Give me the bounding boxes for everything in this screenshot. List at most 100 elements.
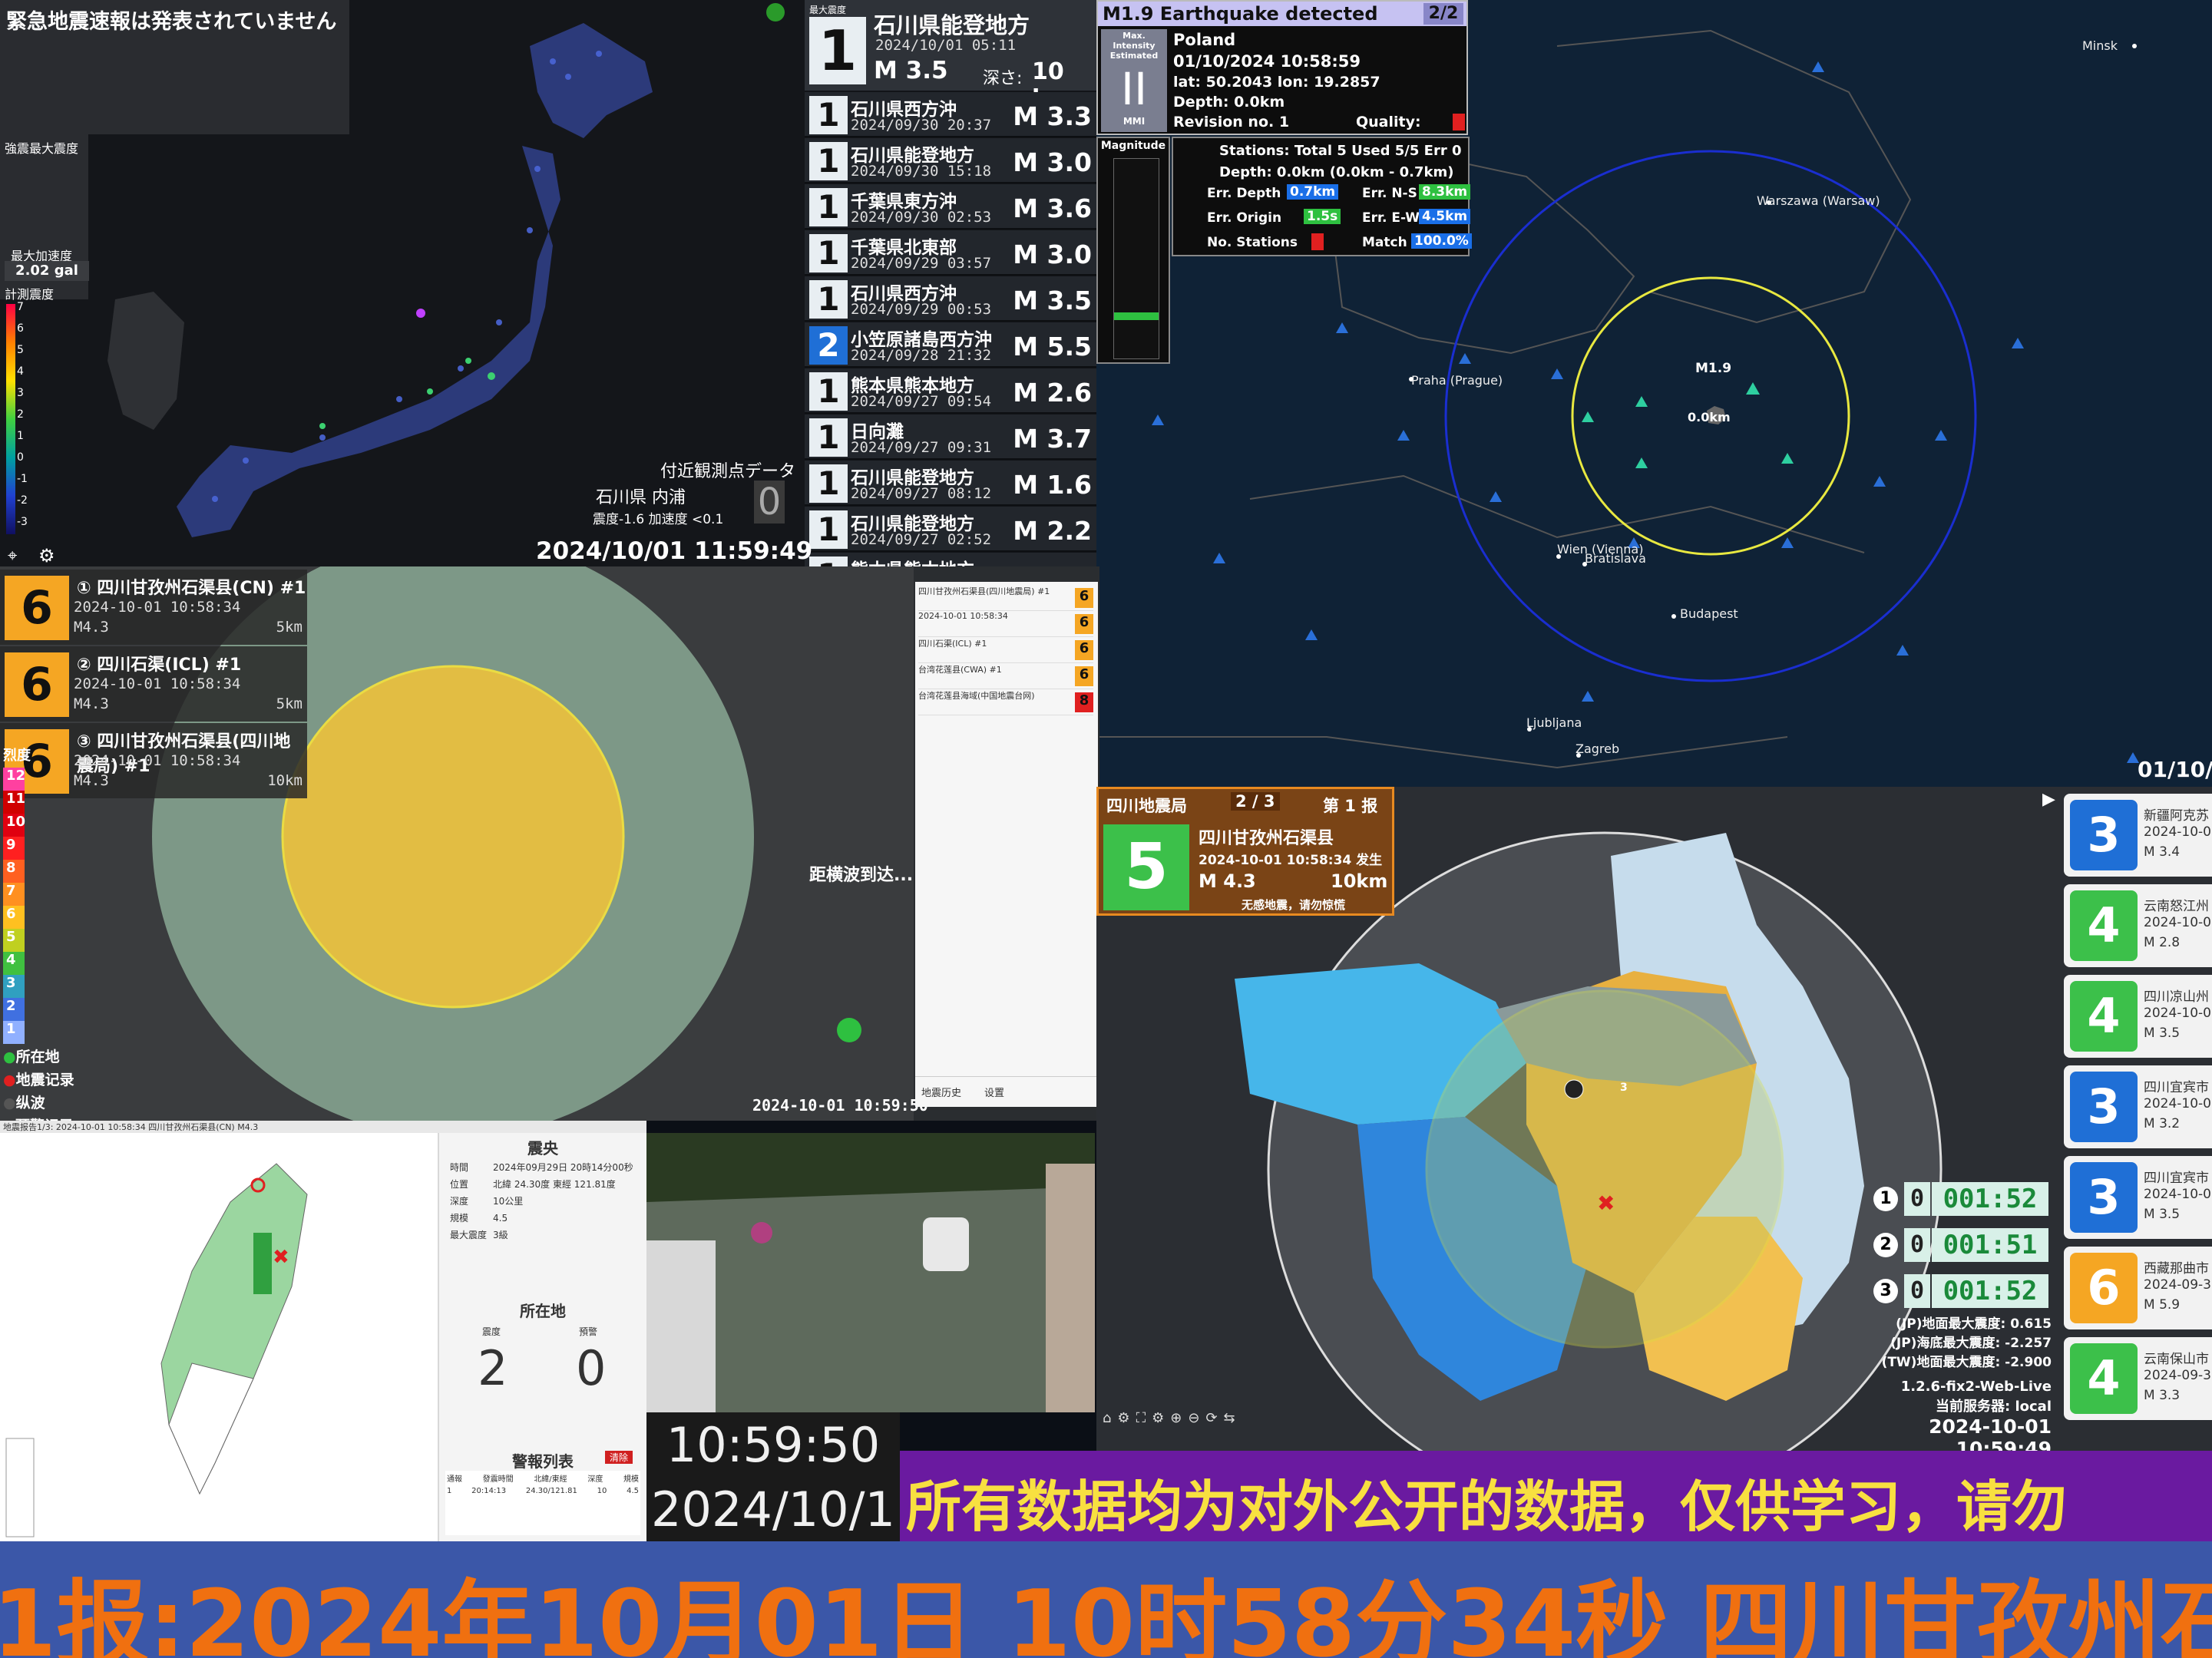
sc-card-intensity: 4 [2070,981,2138,1052]
quake-time: 2024/09/27 09:54 [851,393,992,410]
tab-settings[interactable]: 设置 [984,1085,1004,1099]
quake-magnitude: M 1.6 [1013,470,1092,500]
cn-side-list: 四川甘孜州石渠县(四川地震局) #1 6 2024-10-01 10:58:34 6 四… [915,582,1098,1107]
quake-row[interactable]: 1 石川県西方沖 2024/09/30 20:37 M 3.3 [805,92,1099,137]
side-item-intensity: 6 [1075,588,1093,608]
quake-row[interactable]: 1 石川県能登地方 2024/09/30 15:18 M 3.0 [805,138,1099,183]
side-list-item[interactable]: 台湾花莲县海域(中国地震台网) 8 [918,689,1093,715]
quake-row[interactable]: 1 熊本県熊本地方 2024/09/27 09:54 M 2.6 [805,368,1099,414]
quake-magnitude: M 3.5 [1013,286,1092,315]
warn-cell: 1 [447,1487,452,1495]
latest-quake-card[interactable]: 最大震度 1 石川県能登地方 2024/10/01 05:11 M 3.5 深さ… [805,0,1099,112]
quake-time: 2024/09/27 09:31 [851,439,992,456]
sc-history-card[interactable]: 3 新疆阿克苏 2024-10-0 M 3.4 [2064,794,2212,877]
magnitude-gauge: Magnitude [1096,137,1170,364]
quake-magnitude: M 5.5 [1013,332,1092,362]
sc-card-time: 2024-09-3 [2144,1277,2211,1293]
region: Poland [1173,31,1236,49]
scale-level: 3 [3,975,25,998]
scale-level: 12 [3,768,25,791]
quake-intensity: 1 [809,142,848,180]
sc-card-location: 新疆阿克苏 [2144,808,2209,824]
legend-icon: ● [3,1049,16,1065]
quake-row[interactable]: 1 石川県西方沖 2024/09/29 00:53 M 3.5 [805,276,1099,322]
card-title: ① 四川甘孜州石渠县(CN) #1 [77,579,306,598]
warn-header-cell: 通報 [447,1475,462,1484]
legend-scale-title: 計測震度 [5,287,55,302]
sc-history-card[interactable]: 4 云南怒江州 2024-10-0 M 2.8 [2064,884,2212,967]
side-list-item[interactable]: 2024-10-01 10:58:34 6 [918,611,1093,637]
sc-card-mag: M 2.8 [2144,935,2181,950]
poland-panel: Minsk Warszawa (Warsaw) Praha (Prague) Wien… [1096,0,2212,787]
eew-status: 緊急地震速報は発表されていません [6,10,337,34]
quake-row[interactable]: 1 千葉県北東部 2024/09/29 03:57 M 3.0 [805,230,1099,276]
quake-magnitude: M 2.6 [1013,378,1092,408]
warn-row[interactable]: 1 20:14:13 24.30/121.81 10 4.5 [445,1485,640,1497]
stats-card: Stations: Total 5 Used 5/5 Err 0 Depth: … [1172,137,1472,256]
tw-row: 位置 北緯 24.30度 東經 121.81度 [450,1177,642,1194]
cn-quake-card[interactable]: 6③ 四川甘孜州石渠县(四川地震局) #1 2024-10-01 10:58:34… [0,723,307,798]
sc-toolbar-icons[interactable]: ⌂⚙⛶⚙⊕⊖⟳⇆ [1103,1410,1242,1426]
side-item-text: 四川甘孜州石渠县(四川地震局) #1 [918,586,1050,596]
sc-card-mag: M 5.9 [2144,1297,2181,1313]
latest-depth-label: 深さ: [983,69,1023,88]
sc-countdown-row: 1 0 001:52 [1873,1182,2048,1216]
cn-quake-card[interactable]: 6 ① 四川甘孜州石渠县(CN) #1 2024-10-01 10:58:34 M4.… [0,570,307,645]
card-mag: M4.3 [74,695,109,712]
collapse-icon[interactable]: ▶ [2042,790,2055,809]
scale-level: 8 [3,860,25,883]
sc-history-card[interactable]: 3 四川宜宾市 2024-10-0 M 3.2 [2064,1065,2212,1148]
sc-card-location: 四川凉山州 [2144,989,2209,1005]
city-label: Minsk [2082,38,2118,53]
quake-time: 2024/09/30 20:37 [851,117,992,134]
card-time: 2024-10-01 10:58:34 [74,752,241,769]
city-label: Budapest [1680,606,1738,621]
sc-history-card[interactable]: 4 四川凉山州 2024-10-0 M 3.5 [2064,975,2212,1058]
latest-tag: 最大震度 [809,5,847,15]
sc-stat-line: (JP)地面最大震度: 0.615 [1896,1316,2052,1332]
err-ew-label: Err. E-W [1362,210,1420,226]
side-item-intensity: 8 [1075,692,1093,712]
quake-row[interactable]: 1 千葉県東方沖 2024/09/30 02:53 M 3.6 [805,184,1099,230]
cn-eew-panel: 6 ① 四川甘孜州石渠县(CN) #1 2024-10-01 10:58:34 M4.… [0,566,1099,1121]
side-item-text: 台湾花莲县(CWA) #1 [918,665,1002,675]
stations-total: Stations: Total 5 Used 5/5 Err 0 [1219,143,1462,159]
tw-row-value: 2024年09月29日 20時14分00秒 [493,1162,633,1173]
depth-range: Depth: 0.0km (0.0km - 0.7km) [1219,164,1454,180]
card-depth: 10km [267,772,303,789]
quake-row[interactable]: 1 石川県能登地方 2024/09/27 08:12 M 1.6 [805,461,1099,506]
detection-card: M1.9 Earthquake detected 2/2 Max. Intens… [1096,0,1468,135]
quake-time: 2024/09/29 03:57 [851,255,992,272]
card-mag: M4.3 [74,772,109,789]
tab-history[interactable]: 地震历史 [921,1085,961,1099]
quake-magnitude: M 3.0 [1013,239,1092,269]
station-marker: 3 [1620,1082,1628,1094]
sc-countdown-time: 001:52 [1932,1274,2048,1308]
tw-row-label: 最大震度 [450,1230,488,1240]
legend-label: 地震记录 [15,1072,74,1088]
err-depth-label: Err. Depth [1207,186,1281,201]
latest-magnitude: M 3.5 [874,57,948,84]
locate-icon[interactable]: ⌖ [8,547,17,566]
quake-row[interactable]: 1 石川県能登地方 2024/09/27 02:52 M 2.2 [805,507,1099,552]
ticker-text: 1报:2024年10月01日 10时58分34秒 四川甘孜州石 [0,1571,2212,1658]
sc-report-no: 第 1 报 [1323,797,1378,815]
sc-history-card[interactable]: 6 西藏那曲市 2024-09-3 M 5.9 [2064,1247,2212,1329]
tw-row: 時間 2024年09月29日 20時14分00秒 [450,1161,642,1177]
side-list-item[interactable]: 四川石渠(ICL) #1 6 [918,637,1093,663]
card-time: 2024-10-01 10:58:34 [74,675,241,692]
sc-card-mag: M 3.2 [2144,1116,2181,1131]
tw-row: 深度 10公里 [450,1194,642,1211]
side-list-item[interactable]: 台湾花莲县(CWA) #1 6 [918,663,1093,689]
legend-item: ✖预警记录 [3,1115,172,1121]
sc-history-card[interactable]: 3 四川宜宾市 2024-10-0 M 3.5 [2064,1156,2212,1239]
quake-row[interactable]: 2 小笠原諸島西方沖 2024/09/28 21:32 M 5.5 [805,322,1099,368]
settings-icon[interactable]: ⚙ [38,545,55,566]
sc-card-location: 云南怒江州 [2144,899,2209,914]
side-list-item[interactable]: 四川甘孜州石渠县(四川地震局) #1 6 [918,585,1093,611]
sc-history-card[interactable]: 4 云南保山市 2024-09-3 M 3.3 [2064,1337,2212,1420]
quake-row[interactable]: 1熊本県熊本地方 [805,553,1099,566]
clear-button[interactable]: 清除 [605,1451,633,1464]
quake-row[interactable]: 1 日向灘 2024/09/27 09:31 M 3.7 [805,414,1099,460]
cn-quake-card[interactable]: 6 ② 四川石渠(ICL) #1 2024-10-01 10:58:34 M4.3 5k… [0,646,307,722]
